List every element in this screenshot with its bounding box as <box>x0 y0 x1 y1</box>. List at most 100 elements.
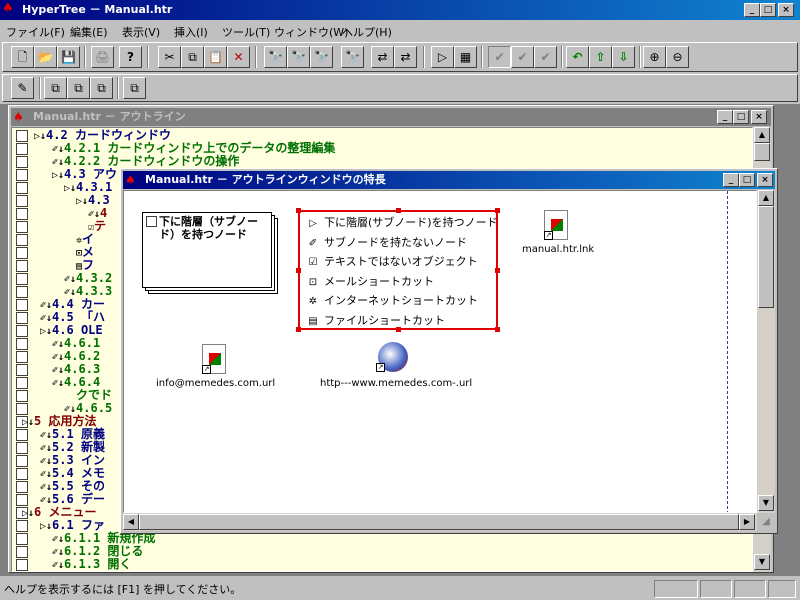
row-checkbox[interactable] <box>16 182 28 194</box>
node-type-icon[interactable]: ✐↓ <box>40 482 52 493</box>
menu-edit[interactable]: 編集(E) <box>70 24 108 40</box>
paste-icon[interactable]: 📋 <box>204 46 227 68</box>
jump-forward-icon[interactable]: ⇄ <box>394 46 417 68</box>
resize-handle[interactable] <box>296 327 301 332</box>
menu-insert[interactable]: 挿入(I) <box>174 24 208 40</box>
row-checkbox[interactable] <box>16 195 28 207</box>
row-checkbox[interactable] <box>16 234 28 246</box>
node-type-icon[interactable]: ✐↓ <box>52 352 64 363</box>
node-type-icon[interactable]: ✐↓ <box>40 469 52 480</box>
feature-horizontal-scrollbar[interactable]: ◀ ▶ <box>123 513 757 531</box>
card-view-icon[interactable]: ▦ <box>454 46 477 68</box>
open-folder-icon[interactable]: 📂 <box>34 46 57 68</box>
card-checkbox[interactable] <box>146 216 157 227</box>
row-checkbox[interactable] <box>16 364 28 376</box>
feature-canvas[interactable]: 下に階層（サブノード）を持つノード ▷ 下に階層(サブノード)を持つノード ✐ サブノ… <box>123 190 757 513</box>
outline-window-title-bar[interactable]: ♠ Manual.htr － アウトライン _ □ × <box>11 108 771 126</box>
insert-node-icon[interactable]: ✎ <box>11 77 34 99</box>
resize-handle[interactable] <box>495 268 500 273</box>
node-type-icon[interactable]: ▷↓ <box>64 183 76 194</box>
resize-handle[interactable] <box>495 327 500 332</box>
outline-minimize-button[interactable]: _ <box>717 110 733 124</box>
node-type-icon[interactable]: ✐↓ <box>52 339 64 350</box>
row-checkbox[interactable] <box>16 533 28 545</box>
resize-handle[interactable] <box>396 208 401 213</box>
row-checkbox[interactable] <box>16 208 28 220</box>
node-type-icon[interactable]: ✐↓ <box>40 430 52 441</box>
row-checkbox[interactable] <box>16 390 28 402</box>
insert-shortcut-icon[interactable]: ⧉ <box>90 77 113 99</box>
row-checkbox[interactable] <box>16 299 28 311</box>
row-checkbox[interactable] <box>16 429 28 441</box>
node-type-icon[interactable]: ✐↓ <box>52 365 64 376</box>
lnk-file-label[interactable]: manual.htr.lnk <box>522 244 594 255</box>
node-type-icon[interactable]: ✐↓ <box>40 456 52 467</box>
resize-grip-icon[interactable]: ◢ <box>757 513 775 531</box>
context-help-icon[interactable]: ? <box>119 46 142 68</box>
node-type-icon[interactable]: ✐↓ <box>52 547 64 558</box>
feature-window-title-bar[interactable]: ♠ Manual.htr － アウトラインウィンドウの特長 _ □ × <box>123 171 775 189</box>
feature-minimize-button[interactable]: _ <box>723 173 739 187</box>
resize-handle[interactable] <box>296 208 301 213</box>
find-next-icon[interactable]: 🔭 <box>287 46 310 68</box>
scroll-left-arrow-icon[interactable]: ◀ <box>123 514 139 530</box>
row-checkbox[interactable] <box>16 143 28 155</box>
node-type-icon[interactable]: ▷↓ <box>34 131 46 142</box>
resize-handle[interactable] <box>296 268 301 273</box>
copy-icon[interactable]: ⧉ <box>181 46 204 68</box>
menu-tools[interactable]: ツール(T) <box>222 24 270 40</box>
scroll-thumb[interactable] <box>139 514 739 530</box>
check-all-icon[interactable]: ✔ <box>488 46 511 68</box>
row-checkbox[interactable] <box>16 260 28 272</box>
row-checkbox[interactable] <box>16 455 28 467</box>
node-type-icon[interactable]: ✐↓ <box>40 443 52 454</box>
delete-icon[interactable]: ✕ <box>227 46 250 68</box>
node-type-icon[interactable]: ✐↓ <box>52 157 64 168</box>
insert-child-icon[interactable]: ⧉ <box>67 77 90 99</box>
web-url-file-label[interactable]: http---www.memedes.com-.url <box>320 378 472 389</box>
row-checkbox[interactable] <box>16 130 28 142</box>
scroll-up-arrow-icon[interactable]: ▲ <box>758 190 774 206</box>
zoom-in-icon[interactable]: ⊕ <box>643 46 666 68</box>
row-checkbox[interactable] <box>16 403 28 415</box>
move-up-icon[interactable]: ⇧ <box>589 46 612 68</box>
node-type-icon[interactable]: ▷↓ <box>52 170 64 181</box>
minimize-button[interactable]: _ <box>744 3 760 17</box>
scroll-thumb[interactable] <box>758 206 774 308</box>
row-checkbox[interactable] <box>16 546 28 558</box>
find-prev-icon[interactable]: 🔭 <box>310 46 333 68</box>
save-disk-icon[interactable]: 💾 <box>57 46 80 68</box>
row-checkbox[interactable] <box>16 221 28 233</box>
node-type-icon[interactable]: ▷↓ <box>40 521 52 532</box>
scroll-down-arrow-icon[interactable]: ▼ <box>758 495 774 511</box>
outline-node[interactable]: ✐↓6.1.3 開く <box>52 558 131 572</box>
row-checkbox[interactable] <box>16 286 28 298</box>
resize-handle[interactable] <box>495 208 500 213</box>
replace-icon[interactable]: 🔭 <box>341 46 364 68</box>
scroll-down-arrow-icon[interactable]: ▼ <box>754 554 770 570</box>
feature-maximize-button[interactable]: □ <box>739 173 755 187</box>
row-checkbox[interactable] <box>16 325 28 337</box>
row-checkbox[interactable] <box>16 273 28 285</box>
row-checkbox[interactable] <box>16 247 28 259</box>
check-icon[interactable]: ✔ <box>511 46 534 68</box>
insert-sibling-icon[interactable]: ⧉ <box>44 77 67 99</box>
jump-back-icon[interactable]: ⇄ <box>371 46 394 68</box>
card-note[interactable]: 下に階層（サブノード）を持つノード <box>142 212 272 288</box>
close-button[interactable]: × <box>778 3 794 17</box>
cut-icon[interactable]: ✂ <box>158 46 181 68</box>
new-file-icon[interactable]: 🗋 <box>11 46 34 68</box>
feature-close-button[interactable]: × <box>757 173 773 187</box>
row-checkbox[interactable] <box>16 169 28 181</box>
scroll-up-arrow-icon[interactable]: ▲ <box>754 127 770 143</box>
scroll-thumb[interactable] <box>754 143 770 161</box>
uncheck-icon[interactable]: ✔ <box>534 46 557 68</box>
zoom-out-icon[interactable]: ⊖ <box>666 46 689 68</box>
row-checkbox[interactable] <box>16 494 28 506</box>
expand-node-icon[interactable]: ▷ <box>431 46 454 68</box>
find-binoculars-icon[interactable]: 🔭 <box>264 46 287 68</box>
outline-maximize-button[interactable]: □ <box>733 110 749 124</box>
hypertree-app-icon[interactable]: ♠ <box>2 1 18 17</box>
node-type-icon[interactable]: ✐↓ <box>40 300 52 311</box>
maximize-button[interactable]: □ <box>760 3 776 17</box>
